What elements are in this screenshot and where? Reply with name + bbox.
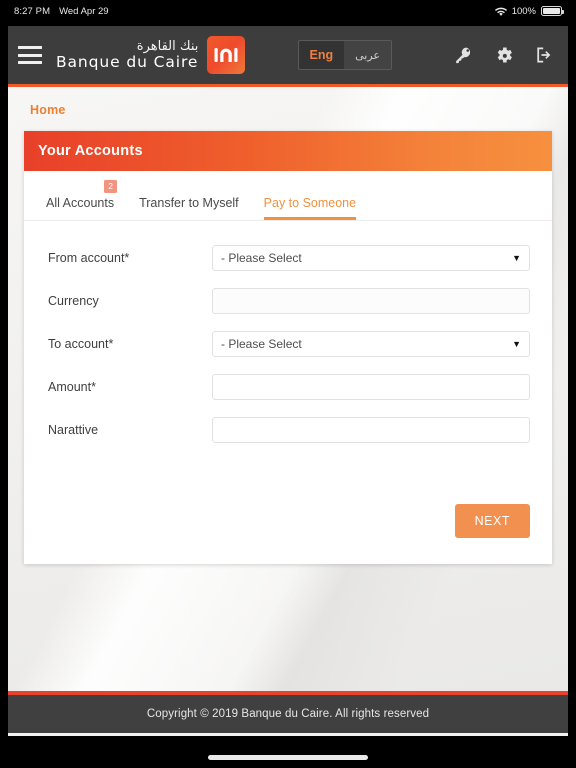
to-account-label: To account* — [48, 337, 114, 351]
tab-transfer-to-myself[interactable]: Transfer to Myself — [139, 196, 239, 220]
app-header: بنك القاهرة Banque du Caire Eng عربى — [8, 26, 568, 87]
home-indicator[interactable] — [208, 755, 368, 760]
tab-all-accounts[interactable]: All Accounts 2 — [46, 180, 118, 220]
chevron-down-icon: ▼ — [512, 252, 521, 263]
footer-copyright: Copyright © 2019 Banque du Caire. All ri… — [146, 708, 430, 720]
ipad-screen: 8:27 PM Wed Apr 29 100% بنك القاهرة Banq… — [0, 0, 576, 768]
battery-percent: 100% — [511, 5, 536, 17]
amount-label: Amount* — [48, 380, 96, 394]
accounts-card: Your Accounts All Accounts 2 Transfer to… — [24, 131, 552, 564]
form-row-to-account: To account* - Please Select ▼ — [46, 331, 530, 357]
battery-icon — [541, 6, 564, 16]
ios-status-bar: 8:27 PM Wed Apr 29 100% — [0, 0, 576, 22]
hamburger-menu-icon[interactable] — [18, 46, 42, 64]
form-row-amount: Amount* — [46, 374, 530, 400]
narrative-field[interactable] — [212, 417, 530, 443]
tab-all-accounts-label: All Accounts — [46, 196, 115, 210]
form-row-narrative: Narattive — [46, 417, 530, 443]
language-option-english[interactable]: Eng — [298, 41, 345, 69]
language-option-arabic[interactable]: عربى — [344, 41, 391, 69]
from-account-value: - Please Select — [221, 251, 302, 265]
tab-pay-to-someone[interactable]: Pay to Someone — [263, 196, 357, 220]
form-actions: NEXT — [24, 490, 552, 564]
chevron-down-icon: ▼ — [512, 338, 521, 349]
narrative-label: Narattive — [48, 423, 99, 437]
from-account-select[interactable]: - Please Select ▼ — [212, 245, 530, 271]
page-body: Home Your Accounts All Accounts 2 Transf… — [8, 87, 568, 733]
next-button[interactable]: NEXT — [454, 504, 530, 538]
brand-name-arabic: بنك القاهرة — [136, 38, 199, 54]
tab-bar: All Accounts 2 Transfer to Myself Pay to… — [24, 171, 552, 221]
header-actions: Eng عربى — [297, 40, 554, 70]
currency-label: Currency — [48, 294, 99, 308]
app-viewport: بنك القاهرة Banque du Caire Eng عربى Hom… — [8, 26, 568, 736]
form-row-currency: Currency — [46, 288, 530, 314]
gear-icon[interactable] — [494, 45, 514, 65]
language-switcher[interactable]: Eng عربى — [297, 40, 392, 70]
wifi-icon — [494, 7, 507, 17]
app-footer: Copyright © 2019 Banque du Caire. All ri… — [8, 691, 568, 733]
breadcrumb[interactable]: Home — [8, 87, 568, 117]
status-time: 8:27 PM — [14, 5, 51, 17]
currency-field[interactable] — [212, 288, 530, 314]
card-header: Your Accounts — [24, 131, 552, 171]
brand-name-english: Banque du Caire — [56, 52, 199, 71]
to-account-value: - Please Select — [221, 337, 302, 351]
page-title: Your Accounts — [38, 143, 143, 159]
key-icon[interactable] — [454, 45, 474, 65]
status-date: Wed Apr 29 — [59, 5, 109, 17]
to-account-select[interactable]: - Please Select ▼ — [212, 331, 530, 357]
tab-pay-to-someone-label: Pay to Someone — [263, 196, 357, 210]
breadcrumb-home-link[interactable]: Home — [30, 103, 66, 117]
form-row-from-account: From account* - Please Select ▼ — [46, 245, 530, 271]
sign-out-icon[interactable] — [534, 45, 554, 65]
from-account-label: From account* — [48, 251, 130, 265]
brand-logo[interactable]: بنك القاهرة Banque du Caire — [56, 36, 246, 74]
banque-du-caire-arch-logo-icon — [207, 36, 246, 74]
pay-to-someone-form: From account* - Please Select ▼ Currency — [24, 221, 552, 490]
tab-transfer-to-myself-label: Transfer to Myself — [139, 196, 239, 210]
amount-field[interactable] — [212, 374, 530, 400]
tab-all-accounts-badge: 2 — [104, 180, 118, 193]
